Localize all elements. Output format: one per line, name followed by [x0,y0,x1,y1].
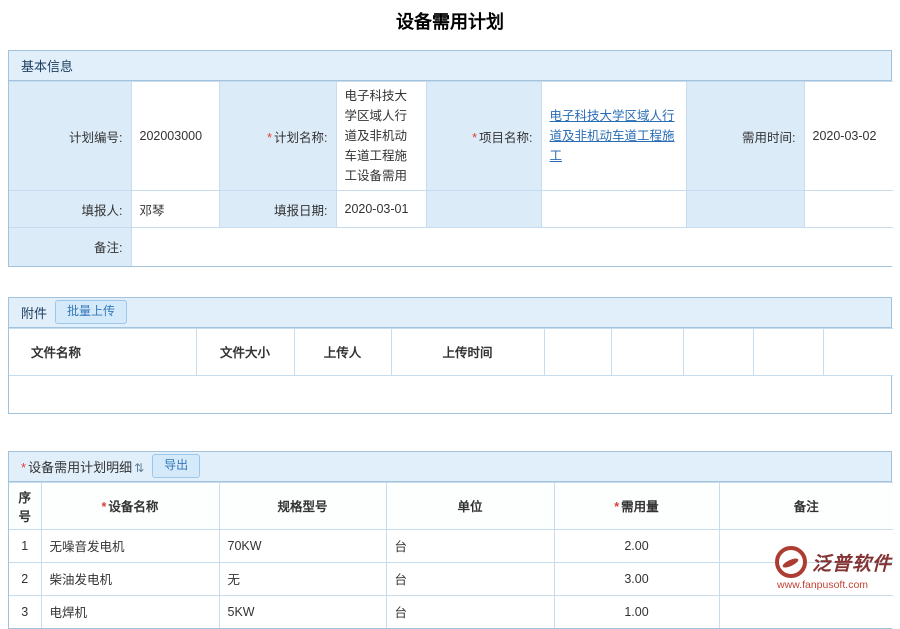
plan-name-label-cell: *计划名称: [219,82,336,191]
attachments-table: 文件名称 文件大小 上传人 上传时间 [9,328,893,376]
plan-name-value: 电子科技大学区域人行道及非机动车道工程施工设备需用 [336,82,426,191]
attachments-title: 附件 [21,303,47,322]
col-unit: 单位 [386,482,554,529]
col-file-name: 文件名称 [9,328,196,375]
cell-equipment-name: 无噪音发电机 [41,529,219,562]
col-empty [683,328,753,375]
details-table: 序号 *设备名称 规格型号 单位 *需用量 备注 1 无噪音发电机 70KW 台… [9,482,893,629]
page-title: 设备需用计划 [0,0,900,46]
project-name-label: 项目名称: [479,131,532,145]
filler-value: 邓琴 [131,191,219,228]
col-equipment-name: *设备名称 [41,482,219,529]
fanpu-logo-icon [775,546,807,578]
plan-no-label-cell: 计划编号: [9,82,131,191]
basic-info-title: 基本信息 [21,56,73,75]
cell-model: 无 [219,562,386,595]
required-mark: * [21,460,26,475]
cell-seq: 2 [9,562,41,595]
cell-quantity: 3.00 [554,562,719,595]
empty-label-cell [426,191,541,228]
sort-icon[interactable]: ⇅ [134,461,144,475]
col-remark: 备注 [719,482,893,529]
empty-value-cell [541,191,686,228]
col-file-size: 文件大小 [196,328,294,375]
required-mark: * [472,131,477,145]
col-empty [544,328,611,375]
project-name-cell: 电子科技大学区域人行道及非机动车道工程施工 [541,82,686,191]
project-name-link[interactable]: 电子科技大学区域人行道及非机动车道工程施工 [550,109,675,163]
empty-label-cell [686,191,804,228]
remark-value [131,228,893,266]
filler-label-cell: 填报人: [9,191,131,228]
col-empty [823,328,893,375]
details-header-row: 序号 *设备名称 规格型号 单位 *需用量 备注 [9,482,893,529]
cell-model: 70KW [219,529,386,562]
col-empty [753,328,823,375]
basic-info-header: 基本信息 [9,51,891,81]
fanpu-logo: 泛普软件 www.fanpusoft.com [775,546,892,591]
empty-value-cell [804,191,893,228]
attachments-section: 附件 批量上传 文件名称 文件大小 上传人 上传时间 [8,297,892,414]
details-title: 设备需用计划明细 [28,460,132,475]
col-empty [611,328,683,375]
basic-info-table: 计划编号: 202003000 *计划名称: 电子科技大学区域人行道及非机动车道… [9,81,893,266]
project-name-label-cell: *项目名称: [426,82,541,191]
col-seq: 序号 [9,482,41,529]
fill-date-value: 2020-03-01 [336,191,426,228]
remark-label-cell: 备注: [9,228,131,266]
required-mark: * [102,500,107,514]
col-model: 规格型号 [219,482,386,529]
filler-label: 填报人: [82,204,123,218]
fill-date-label-cell: 填报日期: [219,191,336,228]
table-row: 1 无噪音发电机 70KW 台 2.00 [9,529,893,562]
plan-no-value: 202003000 [131,82,219,191]
plan-name-label: 计划名称: [274,131,327,145]
details-header: *设备需用计划明细⇅ 导出 [9,452,891,482]
fill-date-label: 填报日期: [274,204,327,218]
batch-upload-button[interactable]: 批量上传 [55,300,127,324]
plan-no-label: 计划编号: [69,131,122,145]
table-row: 2 柴油发电机 无 台 3.00 [9,562,893,595]
cell-equipment-name: 柴油发电机 [41,562,219,595]
col-uploader: 上传人 [294,328,391,375]
export-button[interactable]: 导出 [152,454,200,478]
cell-unit: 台 [386,529,554,562]
attachments-header: 附件 批量上传 [9,298,891,328]
col-upload-time: 上传时间 [391,328,544,375]
cell-quantity: 2.00 [554,529,719,562]
remark-label: 备注: [94,241,122,255]
brand-name: 泛普软件 [812,549,892,576]
need-time-label-cell: 需用时间: [686,82,804,191]
need-time-value: 2020-03-02 [804,82,893,191]
brand-url: www.fanpusoft.com [775,579,868,591]
required-mark: * [614,500,619,514]
attachments-empty-area [9,376,891,413]
cell-unit: 台 [386,562,554,595]
need-time-label: 需用时间: [742,131,795,145]
cell-seq: 1 [9,529,41,562]
basic-info-section: 基本信息 计划编号: 202003000 *计划名称: 电子科技大学区域人行道及… [8,50,892,267]
details-section: *设备需用计划明细⇅ 导出 序号 *设备名称 规格型号 单位 *需用量 备注 1… [8,451,892,629]
required-mark: * [267,131,272,145]
col-quantity: *需用量 [554,482,719,529]
plan-name-text: 电子科技大学区域人行道及非机动车道工程施工设备需用 [345,86,418,186]
